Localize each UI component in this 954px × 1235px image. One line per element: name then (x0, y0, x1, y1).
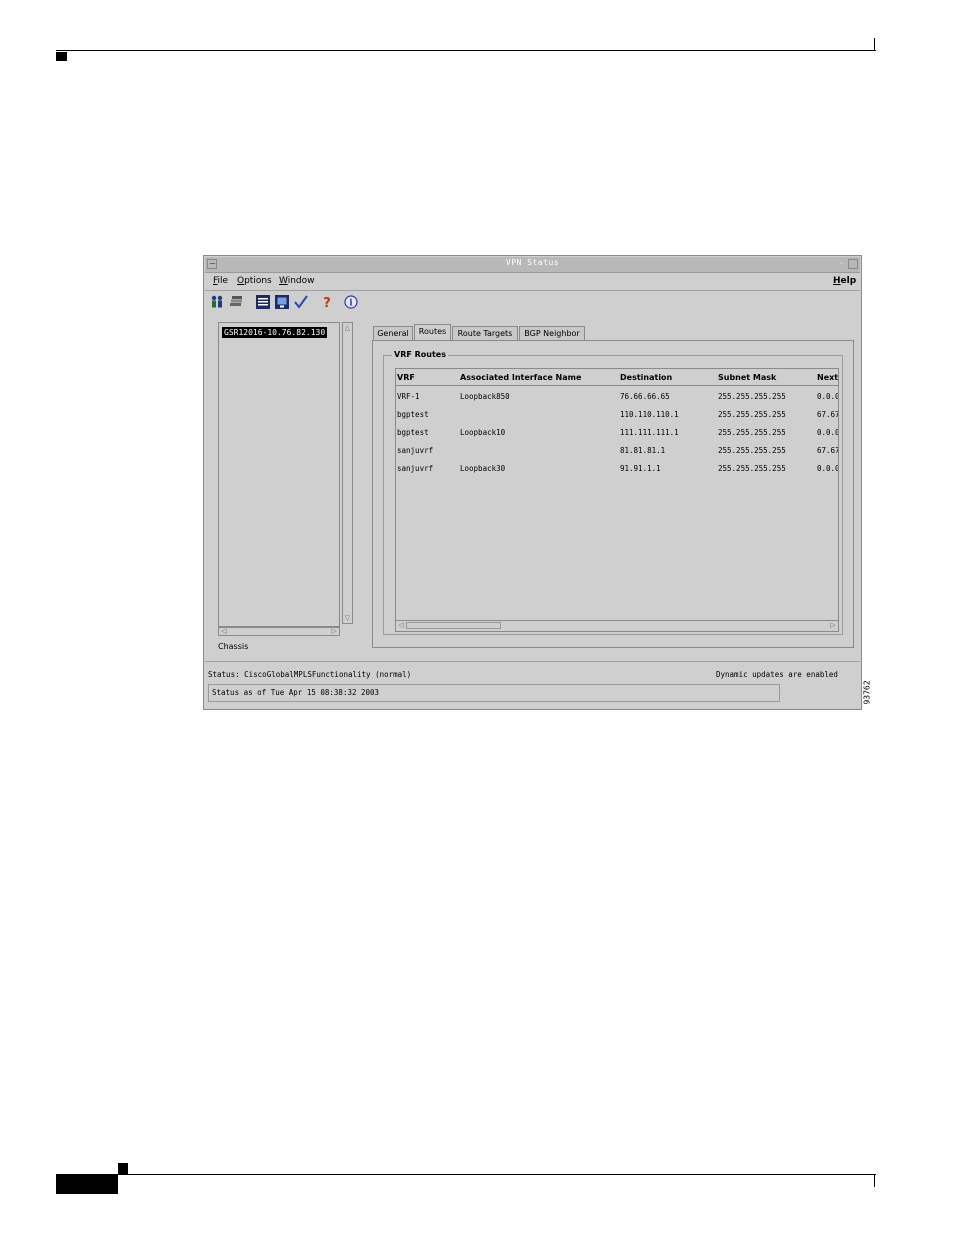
footer-marker (118, 1163, 128, 1174)
tab-route-targets[interactable]: Route Targets (452, 326, 518, 340)
svg-text:?: ? (323, 296, 331, 310)
column-header-next[interactable]: Next (817, 373, 838, 382)
header-marker (56, 52, 67, 61)
cell-interface: Loopback30 (460, 464, 506, 473)
cell-next: 0.0.0 (817, 428, 839, 437)
tree-horizontal-scrollbar[interactable]: ◁ ▷ (218, 626, 340, 636)
scroll-up-icon[interactable]: △ (343, 323, 352, 333)
column-header-vrf[interactable]: VRF (397, 373, 415, 382)
menu-options[interactable]: Options (237, 276, 272, 286)
status-timestamp: Status as of Tue Apr 15 08:38:32 2003 (212, 688, 380, 697)
vpn-status-window: VPN Status · File Options Window Help ? … (203, 255, 862, 710)
column-header-interface[interactable]: Associated Interface Name (460, 373, 581, 382)
cell-vrf: bgptest (397, 410, 429, 419)
info-icon[interactable]: i (342, 293, 359, 310)
cell-destination: 91.91.1.1 (620, 464, 661, 473)
cell-subnet-mask: 255.255.255.255 (718, 464, 786, 473)
header-rule (56, 50, 876, 51)
figure-number: 93762 (863, 680, 879, 710)
device-tree[interactable]: GSR12016-10.76.82.130 (218, 322, 340, 628)
scrollbar-thumb[interactable] (406, 622, 501, 629)
menu-help[interactable]: Help (833, 276, 856, 286)
cell-subnet-mask: 255.255.255.255 (718, 392, 786, 401)
menu-file[interactable]: File (213, 276, 228, 286)
scroll-left-icon[interactable]: ◁ (396, 621, 406, 630)
tree-vertical-scrollbar[interactable]: △ ▽ (342, 322, 353, 624)
table-row[interactable]: bgptest Loopback10 111.111.111.1 255.255… (396, 428, 839, 446)
list-icon[interactable] (254, 293, 271, 310)
cell-interface: Loopback850 (460, 392, 510, 401)
cell-next: 67.67 (817, 446, 839, 455)
footer-rule (118, 1174, 876, 1175)
tab-general[interactable]: General (373, 326, 413, 340)
cell-interface: Loopback10 (460, 428, 506, 437)
header-tick (874, 38, 875, 51)
cell-destination: 76.66.66.65 (620, 392, 670, 401)
column-header-subnet-mask[interactable]: Subnet Mask (718, 373, 776, 382)
chassis-label: Chassis (218, 642, 249, 651)
cell-destination: 81.81.81.1 (620, 446, 666, 455)
cell-subnet-mask: 255.255.255.255 (718, 446, 786, 455)
table-row[interactable]: VRF-1 Loopback850 76.66.66.65 255.255.25… (396, 392, 839, 410)
tree-node-selected[interactable]: GSR12016-10.76.82.130 (222, 327, 328, 338)
tab-bgp-neighbor[interactable]: BGP Neighbor (519, 326, 585, 340)
footer-block (56, 1174, 118, 1194)
column-header-destination[interactable]: Destination (620, 373, 672, 382)
table-horizontal-scrollbar[interactable]: ◁ ▷ (396, 620, 838, 631)
menu-bar: File Options Window Help (205, 273, 860, 291)
minimize-button[interactable]: · (836, 259, 846, 269)
cell-vrf: bgptest (397, 428, 429, 437)
cell-next: 0.0.0 (817, 464, 839, 473)
table-row[interactable]: sanjuvrf 81.81.81.1 255.255.255.255 67.6… (396, 446, 839, 464)
menu-window[interactable]: Window (279, 276, 315, 286)
cell-destination: 110.110.110.1 (620, 410, 679, 419)
users-icon[interactable] (208, 293, 225, 310)
scroll-left-icon[interactable]: ◁ (219, 627, 229, 635)
checkmark-icon[interactable] (292, 293, 309, 310)
routes-tab-panel: VRF Routes VRF Associated Interface Name… (372, 340, 854, 648)
cell-destination: 111.111.111.1 (620, 428, 679, 437)
status-field: Status as of Tue Apr 15 08:38:32 2003 (208, 684, 780, 702)
vrf-routes-title: VRF Routes (392, 350, 448, 359)
table-row[interactable]: sanjuvrf Loopback30 91.91.1.1 255.255.25… (396, 464, 839, 482)
scroll-down-icon[interactable]: ▽ (343, 613, 352, 623)
table-row[interactable]: bgptest 110.110.110.1 255.255.255.255 67… (396, 410, 839, 428)
table-header: VRF Associated Interface Name Destinatio… (396, 369, 838, 386)
cell-subnet-mask: 255.255.255.255 (718, 410, 786, 419)
vrf-routes-group: VRF Routes VRF Associated Interface Name… (383, 350, 843, 635)
help-icon[interactable]: ? (318, 293, 335, 310)
svg-text:i: i (349, 298, 353, 308)
cell-vrf: sanjuvrf (397, 464, 434, 473)
layers-icon[interactable] (227, 293, 244, 310)
maximize-button[interactable] (848, 259, 858, 269)
window-title: VPN Status (505, 258, 560, 267)
title-bar[interactable]: VPN Status · (205, 257, 860, 273)
scroll-right-icon[interactable]: ▷ (828, 621, 838, 630)
tab-routes[interactable]: Routes (414, 324, 451, 340)
cell-vrf: VRF-1 (397, 392, 420, 401)
footer-tick (874, 1174, 875, 1187)
cell-subnet-mask: 255.255.255.255 (718, 428, 786, 437)
cell-next: 67.67 (817, 410, 839, 419)
scroll-right-icon[interactable]: ▷ (329, 627, 339, 635)
routes-table[interactable]: VRF Associated Interface Name Destinatio… (395, 368, 839, 632)
status-divider (205, 661, 860, 662)
status-line: Status: CiscoGlobalMPLSFunctionality (no… (208, 670, 412, 679)
cell-vrf: sanjuvrf (397, 446, 434, 455)
monitor-icon[interactable] (273, 293, 290, 310)
dynamic-updates-label: Dynamic updates are enabled (716, 670, 838, 679)
figure-number-text: 93762 (862, 680, 872, 705)
cell-next: 0.0.0 (817, 392, 839, 401)
